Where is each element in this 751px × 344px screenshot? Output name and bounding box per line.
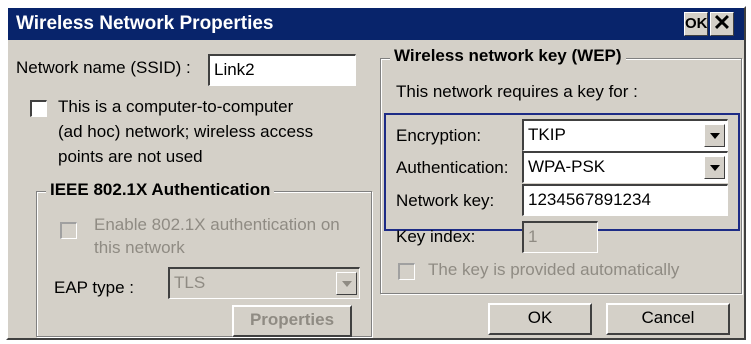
adhoc-label-line3: points are not used <box>58 147 203 166</box>
requires-key-text: This network requires a key for : <box>396 82 638 101</box>
close-icon[interactable]: ✕ <box>710 12 734 36</box>
encryption-label: Encryption: <box>396 126 482 145</box>
ssid-label: Network name (SSID) : <box>16 58 191 77</box>
key-index-label: Key index: <box>396 227 476 246</box>
properties-button[interactable]: Properties <box>232 305 352 337</box>
key-index-input[interactable]: 1 <box>522 221 598 253</box>
adhoc-checkbox[interactable] <box>30 100 47 117</box>
authentication-select[interactable]: WPA-PSK <box>522 151 728 183</box>
network-key-input[interactable]: 1234567891234 <box>522 184 728 216</box>
authentication-label: Authentication: <box>396 158 509 177</box>
enable-8021x-label-line1: Enable 802.1X authentication on <box>94 215 340 234</box>
title-ok-button[interactable]: OK <box>684 12 708 36</box>
auto-key-label: The key is provided automatically <box>428 260 680 279</box>
adhoc-label-line2: (ad hoc) network; wireless access <box>58 122 314 141</box>
authentication-value: WPA-PSK <box>528 157 606 176</box>
auto-key-checkbox[interactable] <box>398 263 415 280</box>
encryption-value: TKIP <box>528 125 566 144</box>
enable-8021x-label-line2: this network <box>94 238 185 257</box>
wireless-network-properties-dialog: Wireless Network Properties OK ✕ Network… <box>6 6 746 340</box>
network-key-label: Network key: <box>396 191 495 210</box>
eap-type-label: EAP type : <box>54 278 135 297</box>
chevron-down-icon[interactable] <box>336 272 357 295</box>
eap-type-select[interactable]: TLS <box>168 267 360 299</box>
enable-8021x-checkbox[interactable] <box>60 222 77 239</box>
chevron-down-icon[interactable] <box>704 156 725 179</box>
ieee-group-title: IEEE 802.1X Authentication <box>46 180 275 200</box>
cancel-button[interactable]: Cancel <box>606 303 730 335</box>
encryption-select[interactable]: TKIP <box>522 119 728 151</box>
chevron-down-icon[interactable] <box>704 124 725 147</box>
title-bar[interactable]: Wireless Network Properties OK ✕ <box>8 8 744 40</box>
eap-type-value: TLS <box>174 273 206 292</box>
ok-button[interactable]: OK <box>488 303 592 335</box>
dialog-title: Wireless Network Properties <box>16 13 274 34</box>
ssid-input[interactable]: Link2 <box>208 54 356 86</box>
adhoc-label-line1: This is a computer-to-computer <box>58 97 294 116</box>
wep-group-title: Wireless network key (WEP) <box>390 46 626 66</box>
